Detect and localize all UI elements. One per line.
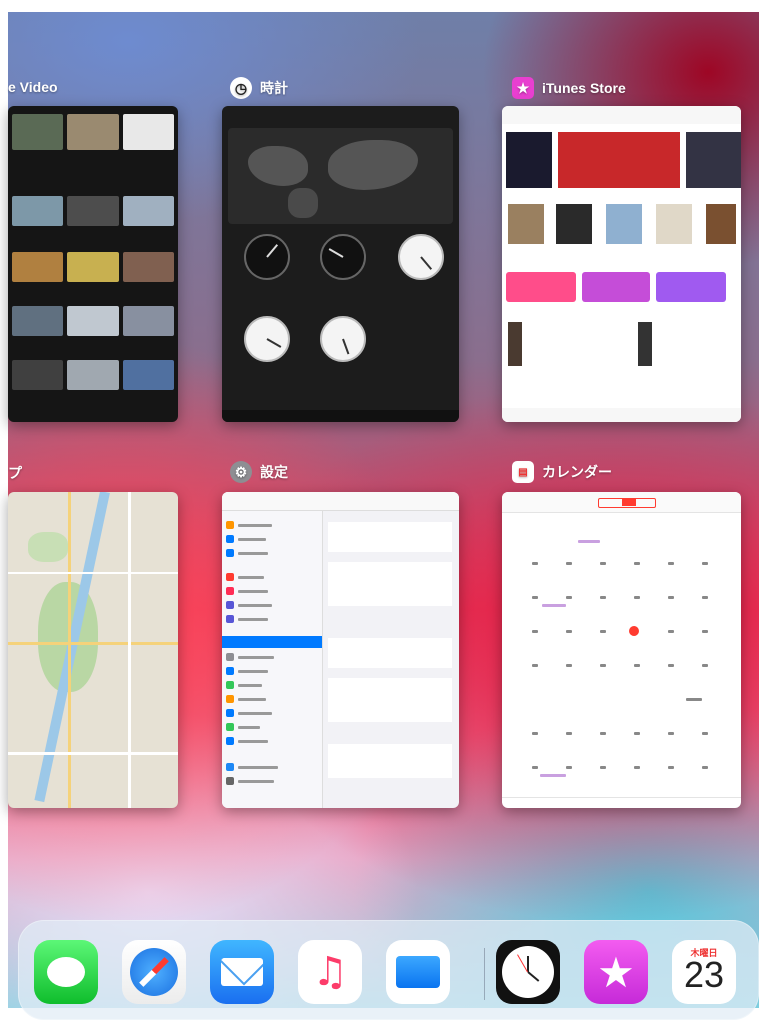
app-header-itunes[interactable]: ★ iTunes Store (512, 77, 626, 99)
app-title-itunes: iTunes Store (542, 80, 626, 96)
calendar-icon[interactable]: 木曜日 23 (672, 940, 736, 1004)
settings-selected-row (222, 636, 322, 648)
app-title-maps: プ (8, 465, 22, 481)
clock-face (244, 234, 290, 280)
calendar-today-marker (629, 626, 639, 636)
clock-face (320, 234, 366, 280)
app-card-calendar[interactable] (502, 492, 741, 808)
mail-icon[interactable] (210, 940, 274, 1004)
clock-face (398, 234, 444, 280)
clock-icon[interactable] (496, 940, 560, 1004)
app-card-itunes[interactable] (502, 106, 741, 422)
settings-gear-icon: ⚙ (230, 461, 252, 483)
clock-face (244, 316, 290, 362)
app-header-calendar[interactable]: ▤ カレンダー (512, 461, 612, 483)
clock-face (320, 316, 366, 362)
app-title-video: e Video (8, 79, 58, 95)
messages-icon[interactable] (34, 940, 98, 1004)
app-header-settings[interactable]: ⚙ 設定 (230, 461, 288, 483)
app-card-settings[interactable] (222, 492, 459, 808)
app-header-maps[interactable]: プ (8, 463, 22, 483)
clock-tab-bar (222, 410, 459, 422)
itunes-store-icon[interactable]: ★ (584, 940, 648, 1004)
app-title-settings: 設定 (260, 464, 288, 480)
safari-icon[interactable] (122, 940, 186, 1004)
music-icon[interactable]: ♫ (298, 940, 362, 1004)
app-card-maps[interactable] (8, 492, 178, 808)
app-header-clock[interactable]: ◷ 時計 (230, 77, 288, 99)
app-title-calendar: カレンダー (542, 464, 612, 480)
world-map (228, 128, 453, 224)
itunes-star-icon: ★ (512, 77, 534, 99)
app-title-clock: 時計 (260, 80, 288, 96)
app-card-video[interactable] (8, 106, 178, 422)
dock-divider (484, 948, 485, 1000)
app-header-video[interactable]: e Video (8, 79, 58, 95)
calendar-app-icon: ▤ (512, 461, 534, 483)
app-card-clock[interactable] (222, 106, 459, 422)
clock-app-icon: ◷ (230, 77, 252, 99)
calendar-icon-day: 23 (683, 954, 725, 995)
files-icon[interactable] (386, 940, 450, 1004)
